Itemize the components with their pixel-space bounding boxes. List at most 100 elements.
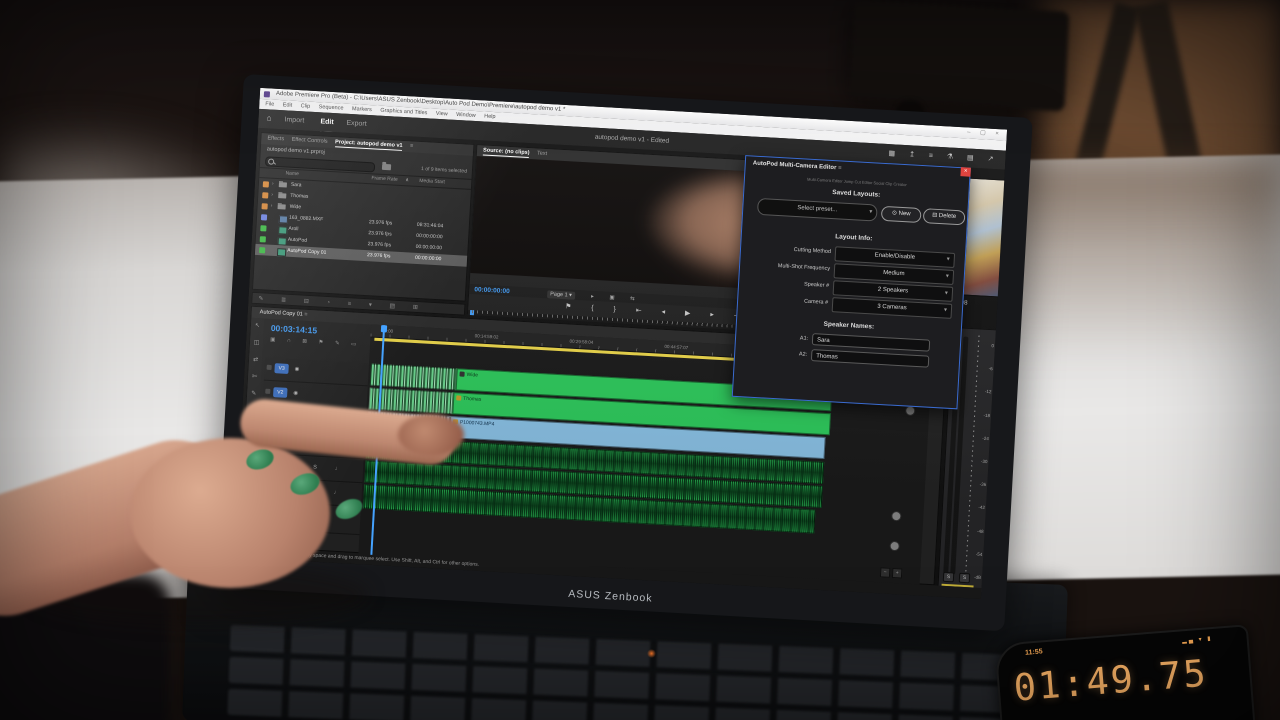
toggle-track-output-icon[interactable]: ◉ — [293, 388, 298, 398]
go-to-in-icon[interactable]: ⇤ — [636, 307, 651, 315]
column-media-start[interactable]: Media Start — [419, 177, 445, 187]
row-name[interactable]: Wide — [289, 202, 301, 214]
clip-label: P1000743.MP4 — [460, 419, 495, 427]
solo-left-button[interactable]: S — [943, 572, 955, 583]
column-name[interactable]: Name — [285, 169, 299, 179]
v3-cut-slices[interactable] — [370, 364, 457, 391]
tab-effects[interactable]: Effects — [267, 135, 284, 142]
v2-cut-slices[interactable] — [368, 388, 453, 415]
solo-right-button[interactable]: S — [959, 573, 971, 584]
row-name[interactable]: Sara — [291, 180, 302, 192]
label-chip-green[interactable] — [260, 225, 266, 231]
sequence-icon — [277, 248, 286, 256]
speaker-a2-input[interactable]: Thomas — [811, 349, 929, 368]
clip-icon — [279, 215, 288, 223]
autopod-panel-title: AutoPod Multi-Camera Editor ≡ — [753, 161, 842, 172]
ripple-edit-tool[interactable]: ⇄ — [249, 352, 263, 370]
toggle-track-output-icon[interactable]: ◉ — [294, 364, 299, 374]
scale-54: -54 — [975, 542, 983, 566]
camera-count-label: Camera # — [738, 295, 828, 306]
menu-window[interactable]: Window — [456, 112, 476, 119]
voiceover-record-icon[interactable]: ♩ — [335, 464, 341, 474]
row-name[interactable]: Aroll — [288, 224, 299, 236]
timeline-tab-label[interactable]: AutoPod Copy 01 — [260, 309, 303, 317]
speaker-names-heading: Speaker Names: — [737, 316, 961, 335]
mark-out-icon[interactable]: } — [613, 306, 625, 314]
expand-icon[interactable]: › — [272, 179, 274, 190]
track-select-tool[interactable]: ◫ — [250, 335, 264, 353]
track-target-v2[interactable]: V2 — [273, 387, 288, 398]
lock-icon[interactable] — [265, 389, 270, 394]
project-panel: Effects Effect Controls Project: autopod… — [252, 132, 474, 302]
new-bin-icon[interactable] — [382, 164, 391, 170]
delete-preset-button[interactable]: ⊟ Delete — [923, 208, 966, 225]
scale-24: -24 — [981, 427, 989, 451]
ruler-tick: 00:44:57:07 — [664, 341, 688, 354]
mark-in-icon[interactable]: { — [591, 305, 603, 313]
chevron-down-icon: ▾ — [943, 304, 947, 317]
label-chip-orange[interactable] — [262, 192, 268, 198]
tab-effect-controls[interactable]: Effect Controls — [291, 137, 327, 145]
speaker-count-value: 2 Speakers — [878, 287, 909, 295]
new-preset-button[interactable]: ⊙ New — [881, 206, 922, 223]
menu-markers[interactable]: Markers — [352, 106, 372, 113]
zoom-in-button[interactable]: + — [892, 568, 903, 579]
lock-icon[interactable] — [267, 365, 272, 370]
chevron-down-icon: ▾ — [569, 292, 572, 298]
timeline-header-icons[interactable]: ▣ ∩ ⊠ ⚑ ✎ ▭ — [270, 337, 361, 348]
step-back-icon[interactable]: ◂ — [661, 309, 674, 317]
label-chip-green[interactable] — [259, 247, 265, 253]
chevron-down-icon: ▾ — [946, 254, 950, 267]
label-chip-green[interactable] — [260, 236, 266, 242]
speaker-a2-label: A2: — [735, 348, 807, 358]
panel-menu-icon[interactable]: ≡ — [838, 165, 842, 171]
sequence-timecode[interactable]: 00:03:14:15 — [271, 323, 318, 336]
menu-clip[interactable]: Clip — [301, 103, 311, 110]
menu-edit[interactable]: Edit — [283, 102, 293, 109]
fx-badge — [459, 372, 464, 377]
laptop: ASUS Zenbook Adobe Premiere Pro (Beta) -… — [215, 74, 1032, 631]
row-start: 00:00:00:00 — [415, 253, 442, 265]
track-target-v3[interactable]: V3 — [274, 363, 289, 374]
phone-status-icons: ▂▄ ▾ ▮ — [1182, 635, 1213, 644]
expand-icon[interactable]: › — [270, 201, 272, 212]
panel-menu-icon[interactable]: ≡ — [410, 143, 414, 149]
column-frame-rate[interactable]: Frame Rate — [371, 174, 398, 184]
clip-label: Wide — [466, 371, 478, 378]
zoom-out-button[interactable]: − — [880, 567, 891, 578]
row-name[interactable]: AutoPod Copy 01 — [287, 246, 327, 259]
play-icon[interactable]: ▶ — [685, 310, 700, 318]
label-chip-orange[interactable] — [262, 203, 268, 209]
sort-asc-icon[interactable]: ∧ — [405, 176, 409, 185]
menu-help[interactable]: Help — [484, 113, 496, 120]
multishot-frequency-label: Multi-Shot Frequency — [740, 261, 830, 272]
razor-tool[interactable]: ✄ — [248, 369, 262, 387]
ruler-tick: 00:14:59:02 — [474, 330, 498, 343]
page-select-value: Page 1 — [550, 291, 568, 298]
menu-graphics[interactable]: Graphics and Titles — [380, 108, 427, 117]
speaker-a1-input[interactable]: Sara — [812, 333, 930, 352]
autopod-title-text: AutoPod Multi-Camera Editor — [753, 161, 837, 172]
hand-fist — [130, 438, 330, 588]
label-chip-blue[interactable] — [261, 214, 267, 220]
scale-42: -42 — [977, 496, 985, 520]
menu-sequence[interactable]: Sequence — [319, 104, 344, 111]
cutting-method-value: Enable/Disable — [874, 252, 915, 260]
preset-dropdown[interactable]: Select preset... ▾ — [757, 198, 878, 222]
selection-tool[interactable]: ↖ — [250, 318, 264, 336]
panel-menu-icon[interactable]: ≡ — [304, 312, 308, 318]
sequence-icon — [278, 226, 287, 234]
close-icon[interactable]: × — [960, 167, 970, 177]
speaker-count-label: Speaker # — [739, 278, 829, 289]
voiceover-record-icon[interactable]: ♩ — [333, 488, 339, 498]
menu-file[interactable]: File — [265, 101, 274, 107]
camera-count-value: 3 Cameras — [877, 304, 907, 312]
label-chip-orange[interactable] — [263, 181, 269, 187]
menu-view[interactable]: View — [436, 111, 448, 118]
multishot-frequency-value: Medium — [883, 270, 905, 277]
scale-12: -12 — [984, 380, 992, 404]
tab-text[interactable]: Text — [537, 150, 547, 157]
step-forward-icon[interactable]: ▸ — [710, 311, 723, 319]
expand-icon[interactable]: › — [271, 190, 273, 201]
add-marker-icon[interactable]: ⚑ — [565, 303, 581, 311]
